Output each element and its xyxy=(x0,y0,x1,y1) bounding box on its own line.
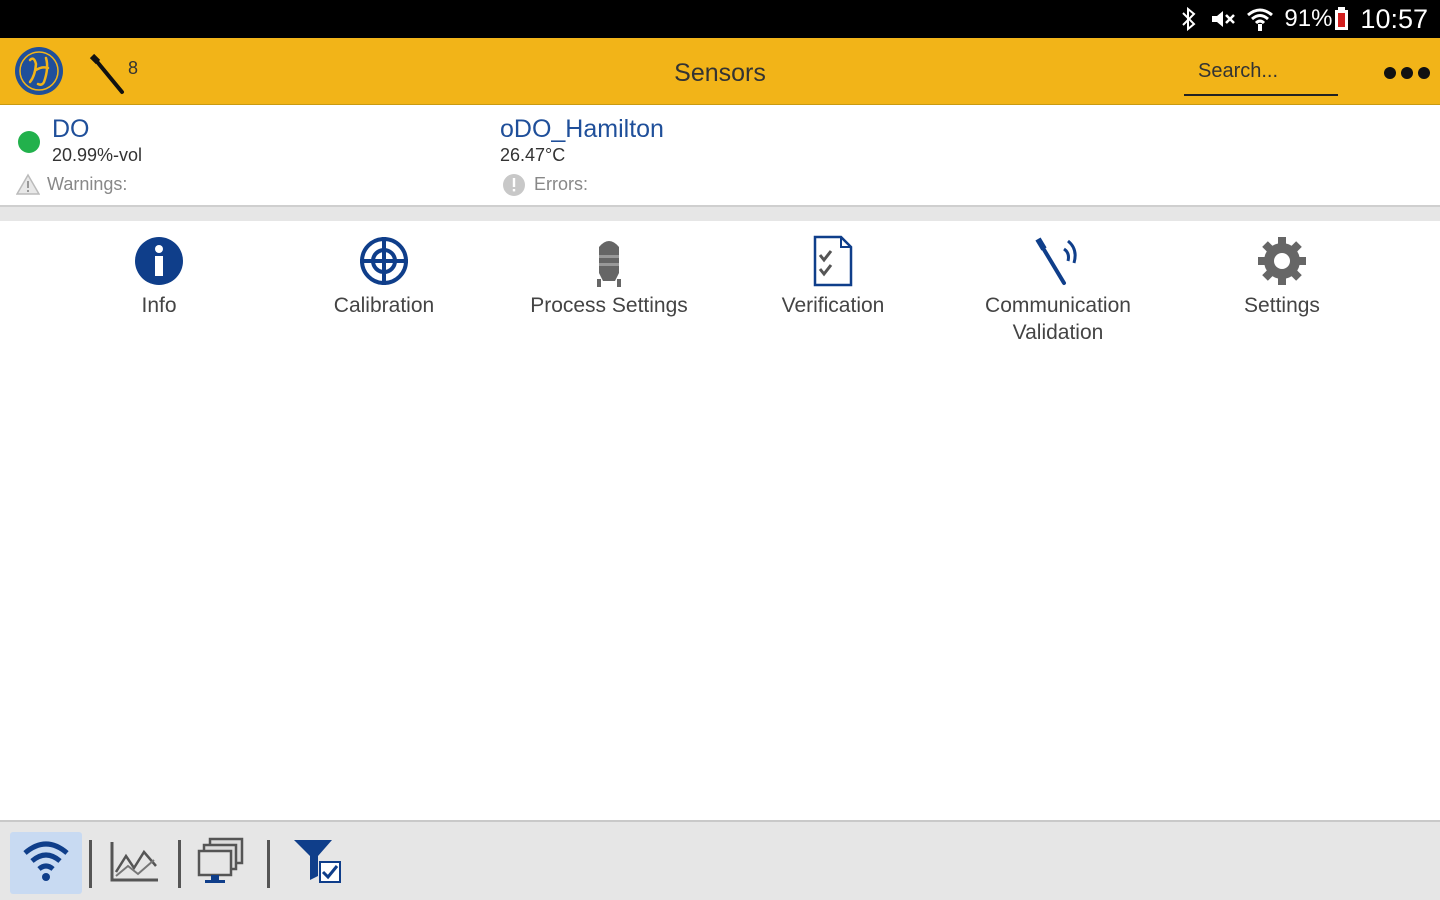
status-bar: 91% 10:57 xyxy=(0,0,1440,38)
battery-percent: 91% xyxy=(1284,5,1333,32)
communication-validation-label: Communication Validation xyxy=(985,294,1131,344)
checklist-document-icon xyxy=(805,233,861,289)
probe-icon xyxy=(88,46,126,101)
more-dot xyxy=(1401,67,1413,79)
search-input[interactable] xyxy=(1184,52,1338,90)
search-box[interactable] xyxy=(1184,52,1338,96)
muted-icon xyxy=(1208,7,1236,31)
sensor-name: DO xyxy=(52,115,90,143)
settings-button[interactable]: Settings xyxy=(1172,233,1392,319)
more-dot xyxy=(1418,67,1430,79)
status-dot xyxy=(18,131,40,153)
app-bar: 8 Sensors xyxy=(0,38,1440,105)
info-label: Info xyxy=(141,294,177,317)
wireless-view-button[interactable] xyxy=(10,832,82,894)
section-divider xyxy=(0,205,1440,221)
errors-label: Errors: xyxy=(534,174,588,194)
calibration-button[interactable]: Calibration xyxy=(274,233,494,319)
wireless-probe-icon xyxy=(1030,233,1086,289)
wifi-icon xyxy=(22,839,70,888)
warnings-label: Warnings: xyxy=(47,174,128,194)
sensor-card-odo-hamilton[interactable]: oDO_Hamilton 26.47°C Errors: xyxy=(480,105,960,205)
gear-icon xyxy=(1254,233,1310,289)
calibration-target-icon xyxy=(356,233,412,289)
info-icon xyxy=(131,233,187,289)
monitors-icon xyxy=(196,837,248,890)
process-settings-label: Process Settings xyxy=(530,294,688,317)
sensor-value: 20.99%-vol xyxy=(52,145,143,165)
sensor-card-do[interactable]: DO 20.99%-vol Warnings: xyxy=(0,105,480,205)
wifi-icon xyxy=(1246,6,1274,32)
settings-label: Settings xyxy=(1244,294,1320,317)
hamilton-logo[interactable] xyxy=(14,46,64,96)
process-settings-button[interactable]: Process Settings xyxy=(499,233,719,319)
filter-check-icon xyxy=(288,836,344,891)
line-chart-icon xyxy=(108,838,160,889)
bluetooth-icon xyxy=(1180,7,1198,31)
error-icon xyxy=(502,173,526,202)
status-icons: 91% 10:57 xyxy=(1180,0,1428,38)
bottom-toolbar xyxy=(0,820,1440,900)
filter-button[interactable] xyxy=(280,832,352,894)
silo-icon xyxy=(581,233,637,289)
verification-label: Verification xyxy=(781,294,885,317)
toolbar-separator xyxy=(178,840,181,888)
toolbar-separator xyxy=(89,840,92,888)
sensor-value: 26.47°C xyxy=(500,145,566,165)
battery-icon xyxy=(1334,7,1350,31)
more-dot xyxy=(1384,67,1396,79)
sensor-actions: Info Calibration Process Settings Verifi… xyxy=(0,221,1440,361)
warning-icon xyxy=(15,173,41,200)
more-options-button[interactable] xyxy=(1384,58,1436,88)
devices-view-button[interactable] xyxy=(186,832,258,894)
sensor-name: oDO_Hamilton xyxy=(500,115,664,143)
battery-group: 91% xyxy=(1284,5,1350,33)
clock: 10:57 xyxy=(1360,3,1428,34)
toolbar-separator xyxy=(267,840,270,888)
info-button[interactable]: Info xyxy=(49,233,269,319)
calibration-label: Calibration xyxy=(333,294,435,317)
sensor-count[interactable]: 8 xyxy=(88,46,138,96)
verification-button[interactable]: Verification xyxy=(723,233,943,319)
chart-view-button[interactable] xyxy=(98,832,170,894)
sensor-count-value: 8 xyxy=(128,58,139,78)
sensor-panel: DO 20.99%-vol Warnings: oDO_Hamilton 26.… xyxy=(0,105,1440,205)
communication-validation-button[interactable]: Communication Validation xyxy=(948,233,1168,346)
